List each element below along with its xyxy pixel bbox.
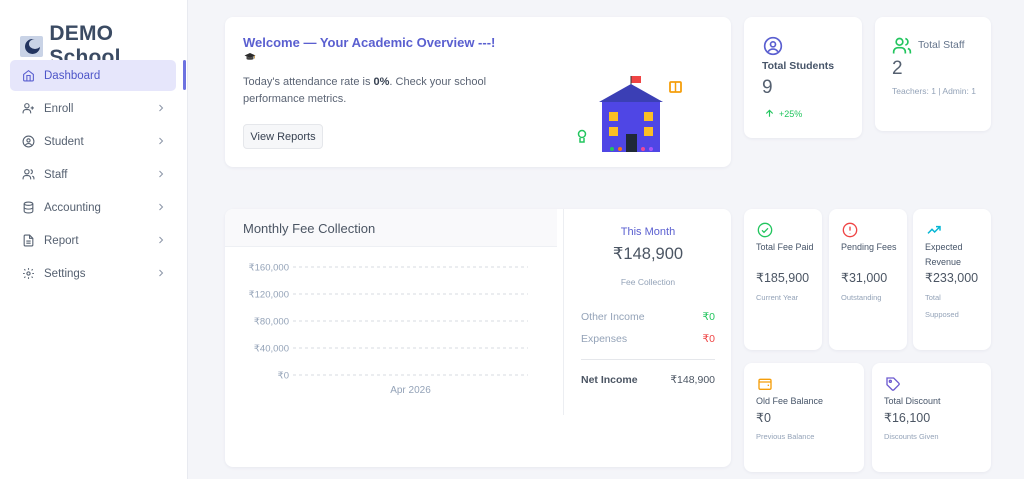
total-staff-value: 2 [892, 58, 903, 79]
pending-value: ₹31,000 [841, 271, 888, 285]
school-logo-icon [20, 35, 44, 57]
fee-chart: ₹160,000 ₹120,000 ₹80,000 ₹40,000 ₹0 Apr 2026 [249, 263, 528, 396]
this-month-label: This Month [620, 226, 676, 238]
sidebar-item-label: Accounting [44, 201, 101, 214]
y-tick-label: ₹80,000 [254, 317, 289, 328]
file-icon [21, 234, 35, 248]
view-reports-button[interactable]: View Reports [243, 124, 323, 149]
chevron-right-icon [159, 137, 164, 145]
old-fee-label: Old Fee Balance [756, 396, 824, 406]
this-month-sub: Fee Collection [620, 277, 676, 287]
x-tick-label: Apr 2026 [390, 385, 431, 396]
welcome-title: Welcome — Your Academic Overview ---! [243, 35, 496, 50]
sidebar-nav: Dashboard Enroll Student Staff Accountin… [10, 60, 176, 291]
total-discount-card[interactable]: Total Discount ₹16,100 Discounts Given [872, 363, 991, 472]
old-fee-value: ₹0 [756, 411, 771, 425]
staff-breakdown: Teachers: 1 | Admin: 1 [892, 86, 976, 96]
arrow-up-icon [765, 109, 774, 117]
home-icon [21, 69, 35, 83]
sidebar-item-settings[interactable]: Settings [10, 258, 176, 289]
net-income-row: Net Income ₹148,900 [581, 374, 715, 386]
fee-card-header: Monthly Fee Collection [225, 209, 557, 247]
chevron-right-icon [159, 203, 164, 211]
welcome-card: Welcome — Your Academic Overview ---! To… [225, 17, 731, 167]
revenue-sub: Total Supposed [925, 293, 959, 319]
total-staff-label: Total Staff [918, 39, 965, 51]
active-indicator [183, 60, 186, 90]
alert-circle-icon [842, 222, 858, 238]
discount-label: Total Discount [884, 396, 941, 406]
sidebar-item-label: Enroll [44, 102, 74, 115]
other-income-value: ₹0 [702, 311, 715, 323]
y-tick-label: ₹0 [278, 371, 289, 382]
old-fee-sub: Previous Balance [756, 432, 815, 441]
pending-sub: Outstanding [841, 293, 882, 302]
chevron-right-icon [159, 236, 164, 244]
expenses-row: Expenses ₹0 [581, 333, 715, 345]
total-students-card[interactable]: Total Students 9 +25% [744, 17, 862, 138]
expenses-value: ₹0 [702, 333, 715, 345]
pending-fees-card[interactable]: Pending Fees ₹31,000 Outstanding [829, 209, 907, 350]
users-icon [892, 37, 912, 54]
attendance-rate: 0% [373, 76, 390, 88]
check-circle-icon [757, 222, 773, 238]
sidebar-item-report[interactable]: Report [10, 225, 176, 256]
chevron-right-icon [159, 269, 164, 277]
net-income-label: Net Income [581, 374, 638, 386]
sidebar-item-student[interactable]: Student [10, 126, 176, 157]
sidebar-item-enroll[interactable]: Enroll [10, 93, 176, 124]
net-income-value: ₹148,900 [670, 374, 715, 386]
wallet-icon [758, 378, 772, 390]
net-divider [581, 359, 715, 360]
total-students-label: Total Students [762, 60, 835, 72]
expected-revenue-card[interactable]: Expected Revenue ₹233,000 Total Supposed [913, 209, 991, 350]
old-fee-balance-card[interactable]: Old Fee Balance ₹0 Previous Balance [744, 363, 864, 472]
y-tick-label: ₹40,000 [254, 344, 289, 355]
database-icon [21, 201, 35, 215]
chevron-right-icon [159, 104, 164, 112]
tag-icon [886, 377, 900, 391]
fee-card-title: Monthly Fee Collection [243, 221, 376, 236]
sidebar-item-label: Report [44, 234, 79, 247]
sidebar-item-label: Settings [44, 267, 86, 280]
gear-icon [21, 267, 35, 281]
sidebar-item-label: Staff [44, 168, 68, 181]
sidebar: DEMO School Dashboard Enroll Student Sta… [0, 0, 188, 479]
y-tick-label: ₹160,000 [249, 263, 289, 274]
fee-paid-value: ₹185,900 [756, 271, 810, 285]
sidebar-item-label: Dashboard [44, 69, 101, 82]
trending-up-icon [927, 225, 941, 234]
sidebar-item-dashboard[interactable]: Dashboard [10, 60, 176, 91]
fee-divider [563, 209, 564, 415]
user-circle-icon [21, 135, 35, 149]
discount-sub: Discounts Given [884, 432, 939, 441]
fee-paid-label: Total Fee Paid [756, 242, 814, 252]
revenue-label: Expected Revenue [925, 242, 963, 267]
chevron-right-icon [159, 170, 164, 178]
total-fee-paid-card[interactable]: Total Fee Paid ₹185,900 Current Year [744, 209, 822, 350]
sidebar-item-staff[interactable]: Staff [10, 159, 176, 190]
monthly-fee-card: Monthly Fee Collection ₹160,000 ₹120,000 ₹… [225, 209, 731, 467]
graduation-cap-icon [244, 53, 256, 60]
revenue-value: ₹233,000 [925, 271, 979, 285]
user-plus-icon [21, 102, 35, 116]
sidebar-item-accounting[interactable]: Accounting [10, 192, 176, 223]
expenses-label: Expenses [581, 333, 628, 345]
total-staff-card[interactable]: Total Staff 2 Teachers: 1 | Admin: 1 [875, 17, 991, 131]
total-students-value: 9 [762, 77, 773, 98]
this-month-amount: ₹148,900 [612, 245, 684, 263]
students-trend-value: +25% [779, 108, 803, 119]
fee-paid-sub: Current Year [756, 293, 799, 302]
other-income-label: Other Income [581, 311, 645, 323]
school-building-icon [577, 76, 682, 152]
discount-value: ₹16,100 [884, 411, 931, 425]
welcome-text: Today's attendance rate is 0%. Check you… [243, 76, 487, 105]
other-income-row: Other Income ₹0 [581, 311, 715, 323]
pending-label: Pending Fees [841, 242, 897, 252]
y-tick-label: ₹120,000 [249, 290, 289, 301]
sidebar-item-label: Student [44, 135, 84, 148]
users-icon [21, 168, 35, 182]
user-circle-icon [763, 36, 783, 56]
students-trend: +25% [764, 108, 802, 119]
